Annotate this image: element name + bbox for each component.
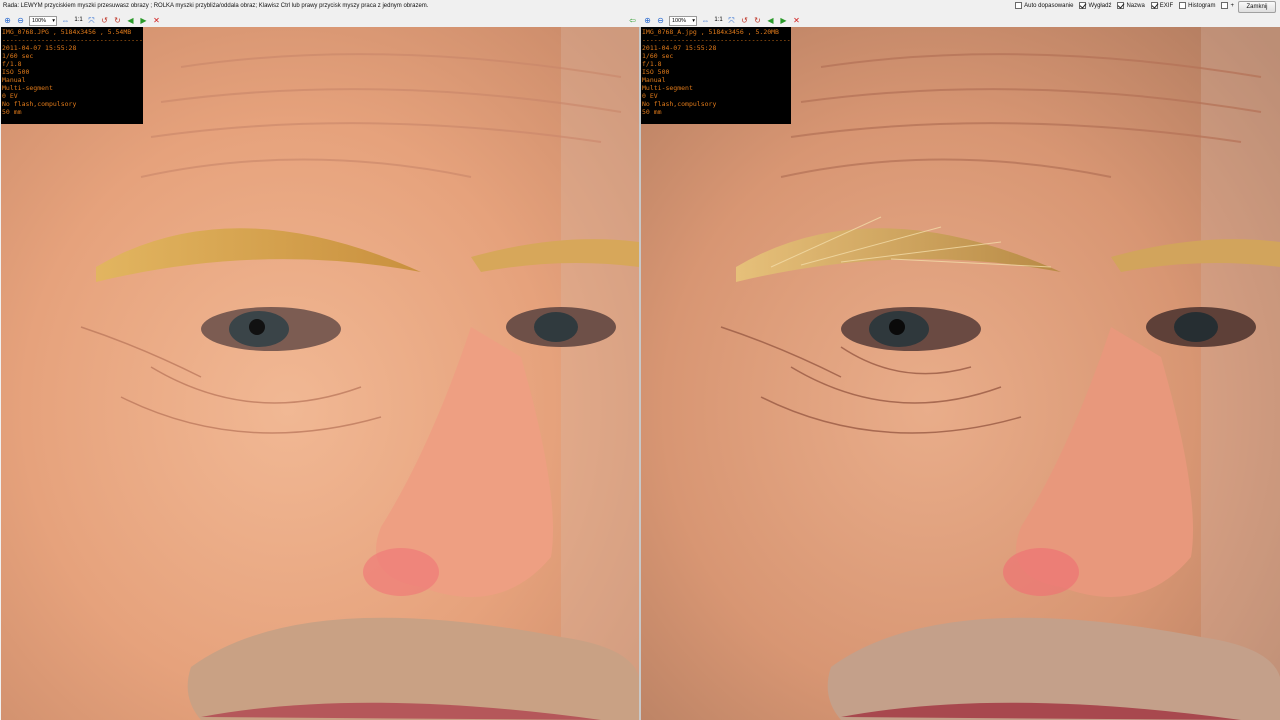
exif-mode: Manual <box>2 76 26 84</box>
rotate-right-icon[interactable]: ↻ <box>753 16 762 25</box>
image-panel-left[interactable]: IMG_0768.JPG , 5184x3456 , 5.54MB ------… <box>1 27 639 720</box>
top-bar: Rada: LEWYM przyciskiem myszki przesuwas… <box>0 0 1280 14</box>
exif-overlay-left: IMG_0768.JPG , 5184x3456 , 5.54MB ------… <box>1 27 143 124</box>
checkbox-smooth[interactable] <box>1079 2 1087 9</box>
checkbox-name[interactable] <box>1117 2 1125 9</box>
checkbox-plus[interactable] <box>1221 2 1229 9</box>
option-name[interactable]: Nazwa <box>1117 2 1145 9</box>
exif-focal: 50 mm <box>642 108 662 116</box>
chevron-down-icon: ▾ <box>692 17 695 24</box>
option-label: Wygładź <box>1088 2 1112 9</box>
exif-focal: 50 mm <box>2 108 22 116</box>
exif-flash: No flash,compulsory <box>2 100 77 108</box>
previous-image-icon[interactable]: ◀ <box>126 16 135 25</box>
separator-line: ----------------------------------------… <box>2 36 142 44</box>
rotate-left-icon[interactable]: ↺ <box>100 16 109 25</box>
fit-window-icon[interactable]: ⤧ <box>87 16 96 25</box>
chevron-down-icon: ▾ <box>52 17 55 24</box>
option-histogram[interactable]: Histogram <box>1179 2 1215 9</box>
zoom-select-left[interactable]: 100% ▾ <box>29 15 57 26</box>
previous-image-icon[interactable]: ◀ <box>766 16 775 25</box>
exif-date: 2011-04-07 15:55:28 <box>642 44 717 52</box>
exif-shutter: 1/60 sec <box>642 52 674 60</box>
fit-arrows-icon[interactable]: ⇔ <box>61 16 70 25</box>
exif-date: 2011-04-07 15:55:28 <box>2 44 77 52</box>
image-name-line: IMG_0768_A.jpg , 5184x3456 , 5.20MB <box>642 28 779 36</box>
close-button[interactable]: Zamknij <box>1238 1 1276 13</box>
one-to-one-button[interactable]: 1:1 <box>714 16 723 25</box>
face-photo-left[interactable] <box>1 27 639 720</box>
toolbar-right: ⊕ ⊖ 100% ▾ ⇔ 1:1 ⤧ ↺ ↻ ◀ ▶ ✕ <box>643 14 801 27</box>
option-smooth[interactable]: Wygładź <box>1079 2 1111 9</box>
zoom-in-icon[interactable]: ⊕ <box>3 16 12 25</box>
next-image-icon[interactable]: ▶ <box>779 16 788 25</box>
next-image-icon[interactable]: ▶ <box>139 16 148 25</box>
exif-shutter: 1/60 sec <box>2 52 34 60</box>
option-exif[interactable]: EXIF <box>1150 2 1174 9</box>
zoom-in-icon[interactable]: ⊕ <box>643 16 652 25</box>
checkbox-exif[interactable] <box>1150 2 1158 9</box>
toolbar-left: ⊕ ⊖ 100% ▾ ⇔ 1:1 ⤧ ↺ ↻ ◀ ▶ ✕ <box>3 14 161 27</box>
exif-overlay-right: IMG_0768_A.jpg , 5184x3456 , 5.20MB ----… <box>641 27 791 124</box>
zoom-select-right[interactable]: 100% ▾ <box>669 15 697 26</box>
exif-aperture: f/1.8 <box>2 60 22 68</box>
zoom-value: 100% <box>672 17 687 24</box>
checkbox-auto-fit[interactable] <box>1015 2 1023 9</box>
option-label: EXIF <box>1159 2 1174 9</box>
option-label: + <box>1230 2 1234 9</box>
rotate-left-icon[interactable]: ↺ <box>740 16 749 25</box>
image-panel-right[interactable]: IMG_0768_A.jpg , 5184x3456 , 5.20MB ----… <box>641 27 1280 720</box>
one-to-one-button[interactable]: 1:1 <box>74 16 83 25</box>
exif-metering: Multi-segment <box>642 84 693 92</box>
zoom-out-icon[interactable]: ⊖ <box>656 16 665 25</box>
image-name-line: IMG_0768.JPG , 5184x3456 , 5.54MB <box>2 28 132 36</box>
fit-arrows-icon[interactable]: ⇔ <box>701 16 710 25</box>
option-label: Auto dopasowanie <box>1024 2 1074 9</box>
exif-ev: 0 EV <box>2 92 18 100</box>
checkbox-histogram[interactable] <box>1179 2 1187 9</box>
option-plus[interactable]: + <box>1221 2 1234 9</box>
exif-flash: No flash,compulsory <box>642 100 717 108</box>
hint-text: Rada: LEWYM przyciskiem myszki przesuwas… <box>3 3 429 9</box>
face-photo-right[interactable] <box>641 27 1280 720</box>
exif-aperture: f/1.8 <box>642 60 662 68</box>
exif-mode: Manual <box>642 76 666 84</box>
exif-ev: 0 EV <box>642 92 658 100</box>
option-label: Histogram <box>1188 2 1216 9</box>
zoom-value: 100% <box>32 17 47 24</box>
options-bar: Auto dopasowanie Wygładź Nazwa EXIF Hist… <box>1015 2 1234 9</box>
fit-window-icon[interactable]: ⤧ <box>727 16 736 25</box>
exif-metering: Multi-segment <box>2 84 53 92</box>
exif-iso: ISO 500 <box>642 68 670 76</box>
close-image-icon[interactable]: ✕ <box>152 16 161 25</box>
rotate-right-icon[interactable]: ↻ <box>113 16 122 25</box>
exif-iso: ISO 500 <box>2 68 30 76</box>
sync-arrow-icon[interactable]: ⇦ <box>628 16 637 25</box>
option-label: Nazwa <box>1126 2 1145 9</box>
zoom-out-icon[interactable]: ⊖ <box>16 16 25 25</box>
option-auto-fit[interactable]: Auto dopasowanie <box>1015 2 1073 9</box>
close-image-icon[interactable]: ✕ <box>792 16 801 25</box>
separator-line: ----------------------------------------… <box>642 36 790 44</box>
